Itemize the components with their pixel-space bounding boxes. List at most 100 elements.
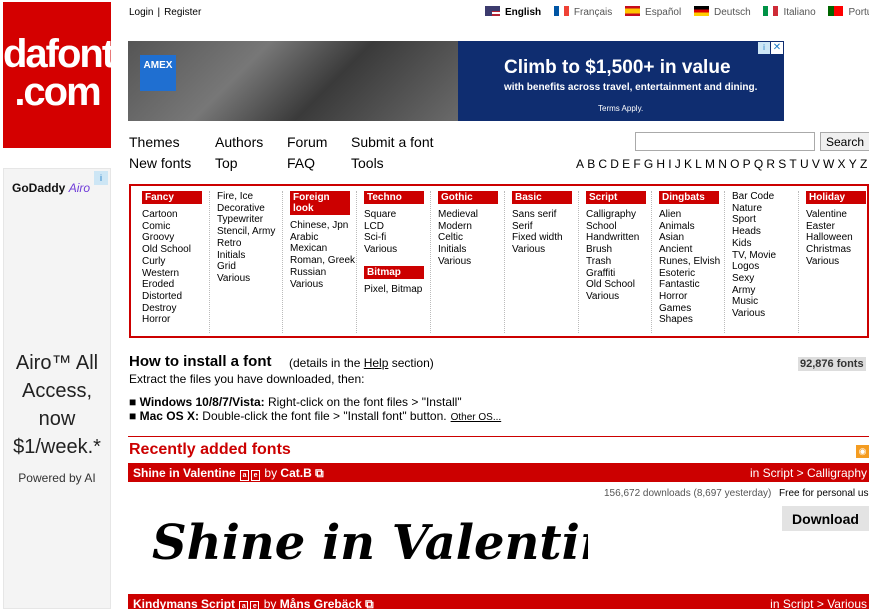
font-author-link[interactable]: Cat.B: [280, 466, 311, 480]
category-link[interactable]: Christmas: [806, 244, 866, 256]
nav-faq[interactable]: FAQ: [287, 155, 315, 171]
font-name-link[interactable]: Kindymans Script: [133, 597, 235, 609]
category-link[interactable]: Old School: [142, 244, 202, 256]
alphabet-letter[interactable]: Y: [849, 157, 857, 171]
nav-submit-font[interactable]: Submit a font: [351, 134, 434, 150]
category-link[interactable]: Groovy: [142, 232, 202, 244]
font-category-link[interactable]: in Script > Various: [770, 597, 867, 609]
category-link[interactable]: Russian: [290, 267, 355, 279]
alphabet-letter[interactable]: O: [730, 157, 739, 171]
category-link[interactable]: Typewriter: [217, 214, 275, 226]
category-link[interactable]: Western: [142, 268, 202, 280]
category-heading[interactable]: Basic: [512, 191, 572, 204]
alphabet-letter[interactable]: Q: [754, 157, 763, 171]
category-heading[interactable]: Bitmap: [364, 265, 424, 279]
font-info-icon[interactable]: a: [239, 601, 249, 609]
lang-english[interactable]: English: [485, 6, 541, 18]
category-link[interactable]: Medieval: [438, 209, 498, 221]
category-link[interactable]: Esoteric: [659, 268, 720, 280]
category-link[interactable]: Calligraphy: [586, 209, 646, 221]
category-link[interactable]: Horror: [659, 291, 720, 303]
font-author-link[interactable]: Måns Grebäck: [280, 597, 362, 609]
category-link[interactable]: Games: [659, 303, 720, 315]
category-link[interactable]: LCD: [364, 221, 424, 233]
category-link[interactable]: Sci-fi: [364, 232, 424, 244]
category-link[interactable]: Retro: [217, 238, 275, 250]
category-link[interactable]: Various: [438, 256, 498, 268]
category-link[interactable]: Handwritten: [586, 232, 646, 244]
category-heading[interactable]: Dingbats: [659, 191, 719, 204]
category-link[interactable]: Grid: [217, 261, 275, 273]
category-heading[interactable]: Techno: [364, 191, 424, 204]
category-link[interactable]: Square: [364, 209, 424, 221]
alphabet-letter[interactable]: I: [668, 157, 671, 171]
search-input[interactable]: [635, 132, 815, 151]
search-button[interactable]: Search: [820, 132, 869, 151]
category-link[interactable]: Initials: [217, 250, 275, 262]
font-format-icon[interactable]: e: [250, 601, 260, 609]
font-name-link[interactable]: Shine in Valentine: [133, 466, 236, 480]
category-link[interactable]: Serif: [512, 221, 572, 233]
login-link[interactable]: Login: [129, 7, 153, 18]
category-link[interactable]: Fantastic: [659, 279, 720, 291]
category-link[interactable]: Brush: [586, 244, 646, 256]
category-link[interactable]: Heads: [732, 226, 776, 238]
alphabet-letter[interactable]: S: [778, 157, 786, 171]
alphabet-letter[interactable]: X: [838, 157, 846, 171]
alphabet-letter[interactable]: K: [684, 157, 692, 171]
category-link[interactable]: School: [586, 221, 646, 233]
alphabet-letter[interactable]: P: [743, 157, 751, 171]
font-info-icon[interactable]: a: [240, 470, 250, 481]
other-os-link[interactable]: Other OS...: [451, 412, 502, 423]
category-link[interactable]: Celtic: [438, 232, 498, 244]
category-link[interactable]: Stencil, Army: [217, 226, 275, 238]
alphabet-letter[interactable]: R: [766, 157, 775, 171]
category-link[interactable]: Ancient: [659, 244, 720, 256]
alphabet-letter[interactable]: Z: [860, 157, 867, 171]
category-link[interactable]: Music: [732, 296, 776, 308]
category-link[interactable]: Asian: [659, 232, 720, 244]
ad-choices-icon[interactable]: i: [758, 42, 770, 54]
category-link[interactable]: Various: [806, 256, 866, 268]
alphabet-letter[interactable]: W: [823, 157, 834, 171]
category-link[interactable]: Old School: [586, 279, 646, 291]
category-link[interactable]: Kids: [732, 238, 776, 250]
alphabet-letter[interactable]: B: [587, 157, 595, 171]
download-button[interactable]: Download: [782, 506, 869, 531]
category-link[interactable]: Cartoon: [142, 209, 202, 221]
category-link[interactable]: Initials: [438, 244, 498, 256]
nav-themes[interactable]: Themes: [129, 134, 180, 150]
alphabet-letter[interactable]: C: [598, 157, 607, 171]
lang-espanol[interactable]: Español: [625, 6, 681, 18]
external-link-icon[interactable]: ⧉: [365, 597, 374, 609]
alphabet-letter[interactable]: T: [789, 157, 796, 171]
nav-tools[interactable]: Tools: [351, 155, 384, 171]
category-link[interactable]: Alien: [659, 209, 720, 221]
alphabet-letter[interactable]: J: [675, 157, 681, 171]
nav-new-fonts[interactable]: New fonts: [129, 155, 191, 171]
nav-forum[interactable]: Forum: [287, 134, 327, 150]
category-link[interactable]: Shapes: [659, 314, 720, 326]
alphabet-letter[interactable]: L: [695, 157, 702, 171]
alphabet-letter[interactable]: M: [705, 157, 715, 171]
category-link[interactable]: Various: [217, 273, 275, 285]
alphabet-letter[interactable]: V: [812, 157, 820, 171]
category-heading[interactable]: Fancy: [142, 191, 202, 204]
alphabet-letter[interactable]: N: [718, 157, 727, 171]
category-link[interactable]: Distorted: [142, 291, 202, 303]
help-link[interactable]: Help: [364, 356, 389, 370]
alphabet-letter[interactable]: G: [644, 157, 653, 171]
ad-choices-icon[interactable]: i: [94, 171, 108, 185]
category-link[interactable]: Eroded: [142, 279, 202, 291]
category-link[interactable]: Fixed width: [512, 232, 572, 244]
lang-italiano[interactable]: Italiano: [763, 6, 816, 18]
category-link[interactable]: Valentine: [806, 209, 866, 221]
category-heading[interactable]: Holiday: [806, 191, 866, 204]
nav-top[interactable]: Top: [215, 155, 238, 171]
font-category-link[interactable]: in Script > Calligraphy: [750, 466, 867, 480]
category-link[interactable]: Graffiti: [586, 268, 646, 280]
category-link[interactable]: Curly: [142, 256, 202, 268]
alphabet-letter[interactable]: H: [656, 157, 665, 171]
category-link[interactable]: Roman, Greek: [290, 255, 355, 267]
category-link[interactable]: Various: [512, 244, 572, 256]
